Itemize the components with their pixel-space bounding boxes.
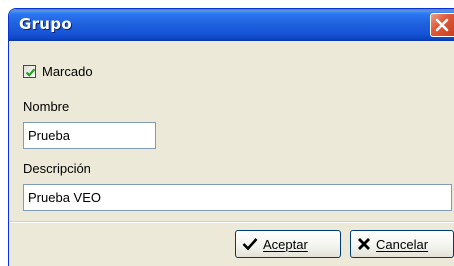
accept-button[interactable]: Aceptar	[235, 230, 341, 258]
footer-separator	[9, 221, 454, 223]
accept-button-label: Aceptar	[263, 236, 308, 252]
marcado-label[interactable]: Marcado	[42, 64, 93, 79]
checkmark-icon	[25, 67, 36, 77]
nombre-input[interactable]	[23, 122, 156, 149]
dialog-body: Marcado Nombre Descripción Aceptar Cance…	[9, 41, 454, 266]
descripcion-input[interactable]	[23, 184, 452, 211]
descripcion-label: Descripción	[23, 161, 91, 176]
cancel-button-label: Cancelar	[376, 236, 429, 252]
title-bar[interactable]: Grupo	[9, 9, 454, 41]
close-button[interactable]	[430, 13, 454, 37]
cancel-button[interactable]: Cancelar	[350, 230, 454, 258]
marcado-checkbox[interactable]	[23, 64, 36, 78]
checkmark-icon	[242, 237, 258, 251]
marcado-checkbox-row[interactable]: Marcado	[23, 63, 93, 79]
dialog-window: Grupo Marcado Nombre Descripción	[9, 9, 454, 266]
window-title: Grupo	[19, 15, 72, 33]
x-icon	[357, 237, 371, 251]
nombre-label: Nombre	[23, 99, 70, 114]
